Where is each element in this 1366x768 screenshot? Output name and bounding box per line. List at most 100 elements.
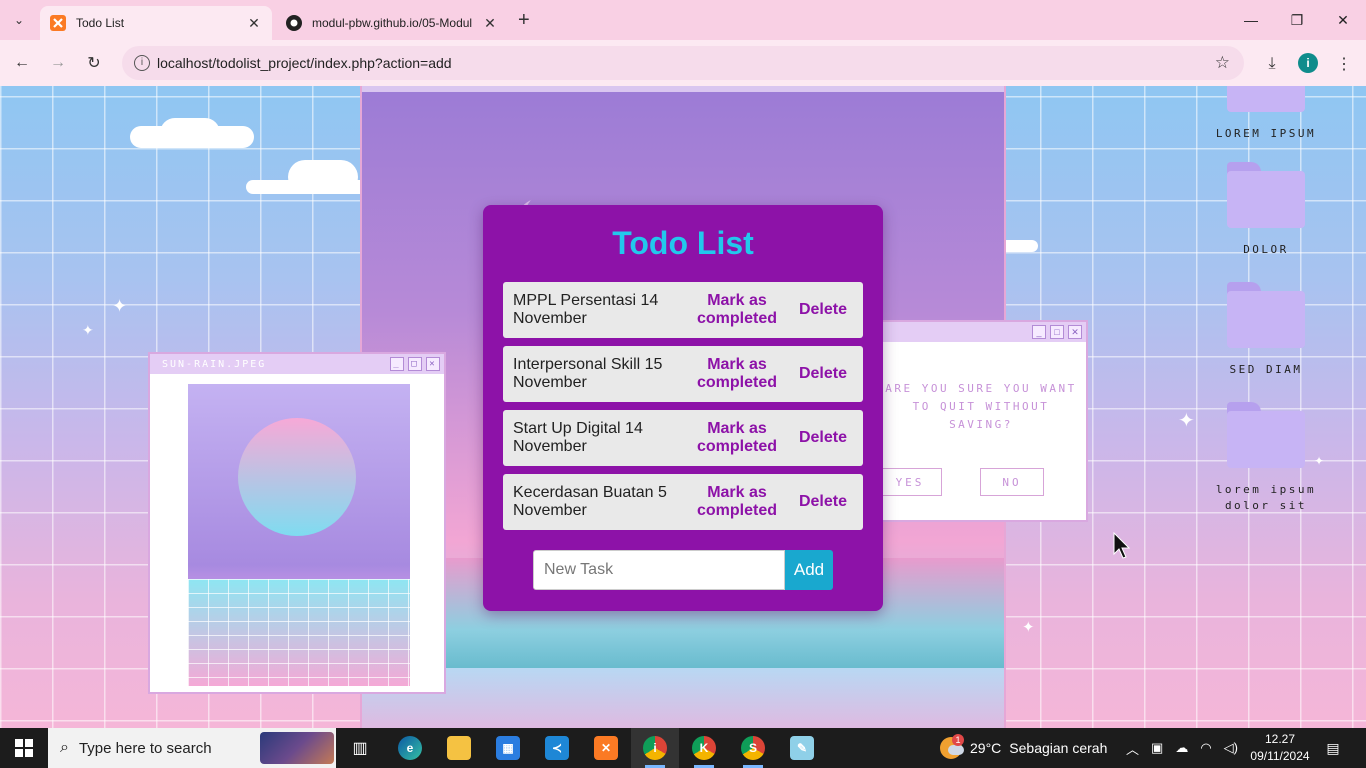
chrome-profile-s-app[interactable]: S: [729, 728, 777, 768]
grid-floor: [188, 579, 410, 686]
tab-title: modul-pbw.github.io/05-Modul: [312, 16, 473, 30]
close-tab-icon[interactable]: ✕: [246, 15, 262, 32]
weather-widget[interactable]: 1 29°C Sebagian cerah: [940, 728, 1107, 768]
folder-label: LOREM IPSUM: [1215, 127, 1317, 140]
maximize-icon[interactable]: □: [1050, 325, 1064, 339]
close-window-button[interactable]: ✕: [1320, 0, 1366, 40]
bookmark-star-icon[interactable]: ☆: [1215, 53, 1230, 73]
tab-title: Todo List: [76, 16, 125, 30]
download-icon: ⤓: [1268, 55, 1276, 72]
clock-date: 09/11/2024: [1250, 749, 1310, 763]
xampp-app[interactable]: ✕: [582, 728, 630, 768]
desktop-folder[interactable]: LOREM IPSUM: [1211, 86, 1321, 142]
minimize-window-button[interactable]: —: [1228, 0, 1274, 40]
cloud-decoration: [288, 160, 358, 194]
vscode-app[interactable]: ≺: [533, 728, 581, 768]
reload-icon: ↻: [87, 55, 101, 72]
file-explorer-app[interactable]: [435, 728, 483, 768]
arrow-left-icon: ←: [14, 54, 30, 71]
weather-temperature: 29°C: [970, 740, 1002, 756]
back-button[interactable]: ←: [9, 50, 35, 76]
search-placeholder: Type here to search: [78, 739, 212, 757]
folder-icon: [1227, 86, 1305, 112]
github-icon: [286, 15, 302, 31]
onedrive-icon[interactable]: ☁: [1175, 740, 1188, 756]
edge-icon: e: [398, 736, 422, 760]
sun-shape: [238, 418, 356, 536]
tab-todo-list[interactable]: Todo List ✕: [40, 6, 272, 40]
restore-window-button[interactable]: ❐: [1274, 0, 1320, 40]
address-url: localhost/todolist_project/index.php?act…: [157, 55, 452, 71]
task-item: MPPL Persentasi 14 November Mark as comp…: [503, 282, 863, 338]
no-button[interactable]: NO: [980, 468, 1044, 496]
browser-toolbar: ← → ↻ i localhost/todolist_project/index…: [0, 40, 1366, 86]
task-item: Kecerdasan Buatan 5 November Mark as com…: [503, 474, 863, 530]
network-device-icon[interactable]: ▣: [1151, 740, 1163, 756]
close-icon[interactable]: ✕: [426, 357, 440, 371]
chrome-profile-k-app[interactable]: K: [680, 728, 728, 768]
site-info-icon[interactable]: i: [134, 55, 150, 71]
chevron-up-icon[interactable]: ︿: [1126, 739, 1139, 758]
desktop-folder[interactable]: DOLOR: [1211, 162, 1321, 258]
minimize-icon[interactable]: _: [390, 357, 404, 371]
delete-link[interactable]: Delete: [799, 301, 847, 319]
folder-label: lorem ipsum dolor sit: [1215, 483, 1317, 512]
window-titlebar: [362, 86, 1004, 92]
windows-taskbar: ⌕ Type here to search ▥ e ▦ ≺ ✕ i K S ✎ …: [0, 728, 1366, 768]
minimize-icon[interactable]: _: [1032, 325, 1046, 339]
delete-link[interactable]: Delete: [799, 365, 847, 383]
mark-completed-link[interactable]: Mark as completed: [689, 292, 785, 328]
notification-center-button[interactable]: ▤: [1320, 736, 1346, 760]
browser-menu-button[interactable]: ⋮: [1332, 52, 1356, 76]
store-app[interactable]: ▦: [484, 728, 532, 768]
folder-icon: [1227, 282, 1305, 348]
forward-button[interactable]: →: [45, 50, 71, 76]
mark-completed-link[interactable]: Mark as completed: [689, 356, 785, 392]
task-item: Interpersonal Skill 15 November Mark as …: [503, 346, 863, 402]
profile-avatar[interactable]: i: [1298, 53, 1318, 73]
edge-app[interactable]: e: [386, 728, 434, 768]
close-icon[interactable]: ✕: [1068, 325, 1082, 339]
search-icon: ⌕: [60, 739, 69, 756]
sparkle-icon: ✦: [82, 322, 94, 338]
delete-link[interactable]: Delete: [799, 493, 847, 511]
mark-completed-link[interactable]: Mark as completed: [689, 420, 785, 456]
delete-link[interactable]: Delete: [799, 429, 847, 447]
chrome-icon: K: [692, 736, 716, 760]
desktop-folder[interactable]: lorem ipsum dolor sit: [1211, 402, 1321, 514]
task-name: Interpersonal Skill 15 November: [513, 356, 663, 391]
wifi-icon[interactable]: ◠: [1200, 740, 1211, 756]
downloads-button[interactable]: ⤓: [1260, 52, 1284, 76]
desktop-folder[interactable]: SED DIAM: [1211, 282, 1321, 378]
clock-time: 12.27: [1264, 732, 1296, 746]
xampp-icon: [50, 15, 66, 31]
volume-icon[interactable]: ◁): [1224, 740, 1238, 756]
page-title: Todo List: [612, 225, 754, 261]
clock[interactable]: 12.27 09/11/2024: [1244, 731, 1316, 765]
chrome-app-active[interactable]: i: [631, 728, 679, 768]
mark-completed-link[interactable]: Mark as completed: [689, 484, 785, 520]
quit-dialog: _ □ ✕ ARE YOU SURE YOU WANT TO QUIT WITH…: [870, 320, 1088, 522]
tab-modul-pbw[interactable]: modul-pbw.github.io/05-Modul ✕: [276, 6, 508, 40]
notepad-app[interactable]: ✎: [778, 728, 826, 768]
folder-icon: [447, 736, 471, 760]
weather-alert-badge: 1: [952, 734, 964, 746]
reload-button[interactable]: ↻: [81, 50, 107, 76]
maximize-icon[interactable]: □: [408, 357, 422, 371]
xampp-icon: ✕: [594, 736, 618, 760]
system-tray: ︿ ▣ ☁ ◠ ◁): [1126, 728, 1238, 768]
start-button[interactable]: [0, 728, 48, 768]
tab-search-button[interactable]: ⌄: [6, 8, 32, 32]
yes-button[interactable]: YES: [878, 468, 942, 496]
close-tab-icon[interactable]: ✕: [482, 15, 498, 32]
todo-app-card: Todo List MPPL Persentasi 14 November Ma…: [483, 205, 883, 611]
folder-icon: [1227, 162, 1305, 228]
address-bar[interactable]: i localhost/todolist_project/index.php?a…: [122, 46, 1244, 80]
image-window-title: SUN-RAIN.JPEG: [162, 358, 267, 370]
new-task-input[interactable]: [533, 550, 785, 590]
taskbar-search-box[interactable]: ⌕ Type here to search: [48, 728, 336, 768]
folder-icon: [1227, 402, 1305, 468]
task-view-button[interactable]: ▥: [336, 728, 384, 768]
new-tab-button[interactable]: +: [518, 9, 530, 32]
add-task-button[interactable]: Add: [785, 550, 833, 590]
